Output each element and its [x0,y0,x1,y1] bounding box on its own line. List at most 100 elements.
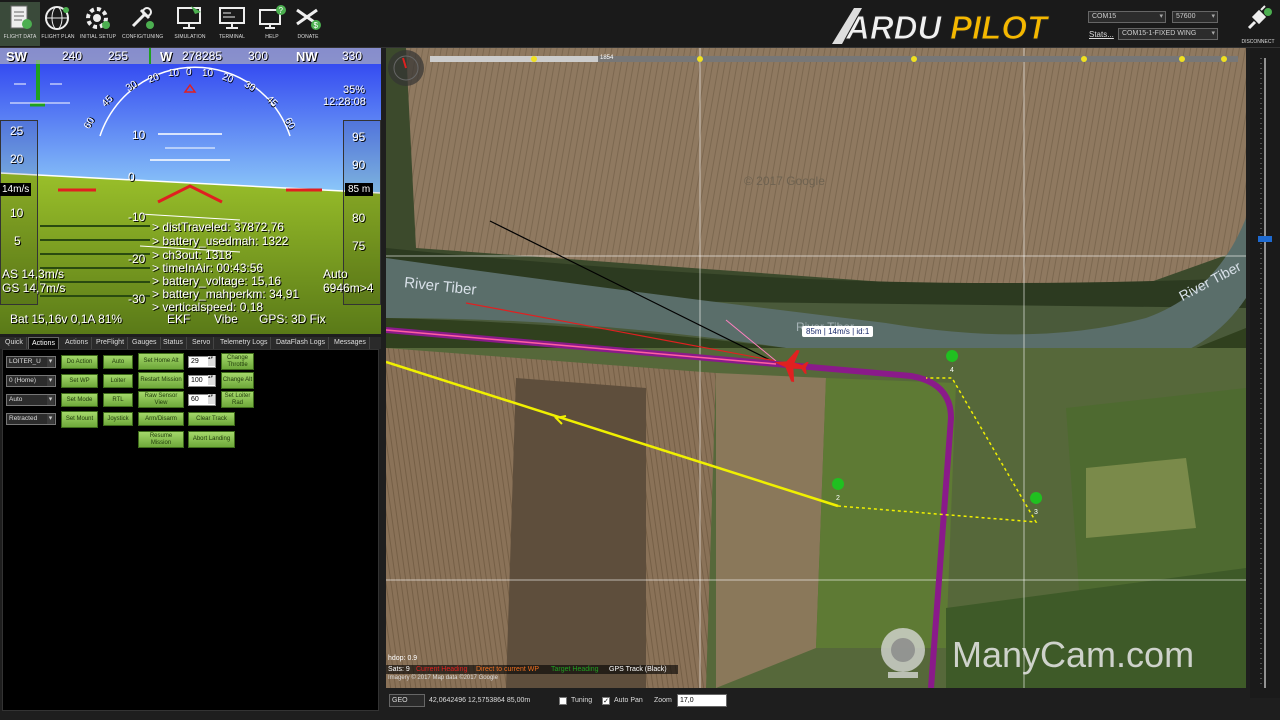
raw-sensor-view-button[interactable]: Raw Sensor View [138,391,184,408]
auto-button[interactable]: Auto [103,355,133,369]
abort-landing-button[interactable]: Abort Landing [188,431,235,448]
alt-tick: 95 [352,130,366,144]
logo-text-part2: PILOT [950,9,1050,46]
action-select[interactable]: LOITER_U [6,356,56,368]
vibe-status[interactable]: Vibe [214,312,238,326]
set-mode-button[interactable]: Set Mode [61,393,98,407]
hud-panel: SW 240 255 W 278285 300 NW 330 35% 12:28… [0,48,381,334]
restart-mission-button[interactable]: Restart Mission [138,372,184,389]
zoom-input[interactable]: 17,0 [677,694,727,707]
zoom-slider[interactable] [1250,48,1280,698]
altitude-readout: 85 m [345,183,374,196]
flight-map[interactable]: © 2017 Google River Tiber River Tiber Ri… [386,48,1246,688]
rtl-button[interactable]: RTL [103,393,133,407]
tab-preflight[interactable]: PreFlight [93,337,129,349]
simulation-label: SIMULATION [174,34,206,40]
waypoint-label: 4 [950,367,954,374]
set-loiter-rad-button[interactable]: Set Loiter Rad [221,391,254,408]
set-mount-button[interactable]: Set Mount [61,411,98,428]
initial-setup-button[interactable]: INITIAL SETUP [78,2,118,46]
vehicle-select[interactable]: COM15-1-FIXED WING [1118,28,1218,40]
compass-widget[interactable] [388,50,424,86]
heading-tick-330: 330 [342,49,363,63]
do-action-button[interactable]: Do Action [61,355,98,369]
ekf-status[interactable]: EKF [167,312,190,326]
set-home-alt-button[interactable]: Set Home Alt [138,353,184,370]
legend-gps-track: GPS Track (Black) [609,666,667,673]
projection-select[interactable]: GEO [389,694,425,707]
donate-button[interactable]: $ DONATE [288,2,328,46]
zoom-label: Zoom [654,697,672,704]
initial-setup-icon [86,7,110,29]
data-tabs: Quick Actions Actions PreFlight Gauges S… [0,337,381,349]
battery-percent: 35% [343,84,366,96]
main-toolbar: FLIGHT DATA FLIGHT PLAN INITIAL SETUP CO… [0,0,1280,48]
help-icon: ? [259,5,286,29]
tab-servo[interactable]: Servo [189,337,215,349]
heading-tick-240: 240 [62,49,83,63]
pitch-label: -30 [128,292,146,306]
com-port-select[interactable]: COM15 [1088,11,1166,23]
map-timeline[interactable] [430,54,1238,64]
tab-quick[interactable]: Quick [2,337,27,349]
initial-setup-label: INITIAL SETUP [79,34,117,40]
speed-readout: 14m/s [0,183,32,196]
heading-tick-sw: SW [6,49,27,64]
groundspeed-readout: GS 14,7m/s [2,281,66,295]
right-panel [1250,48,1280,698]
alt-tick: 90 [352,158,366,172]
tab-actions[interactable]: Actions [28,337,59,349]
tab-messages[interactable]: Messages [331,337,370,349]
set-wp-button[interactable]: Set WP [61,374,98,388]
waypoint-label: 3 [1034,509,1038,516]
map-legend: Sats: 9 Current Heading Direct to curren… [386,665,678,674]
flight-data-button[interactable]: FLIGHT DATA [0,2,40,46]
change-alt-button[interactable]: Change Alt [221,372,254,389]
baud-rate-select[interactable]: 57600 [1172,11,1218,23]
throttle-input[interactable]: 100 [188,375,216,387]
map-canvas [386,48,1246,688]
flight-plan-icon [45,6,69,30]
mode-select[interactable]: Auto [6,394,56,406]
cursor-coordinates: 42,0642496 12,5753864 85,00m [429,697,531,704]
auto-pan-checkbox[interactable]: ✓ [602,697,610,705]
donate-icon: $ [296,8,321,30]
tab-dataflash-logs[interactable]: DataFlash Logs [273,337,330,349]
waypoint-label: 2 [836,495,840,502]
tuning-checkbox[interactable] [559,697,567,705]
waypoint-distance: 6946m>4 [323,281,374,295]
terminal-button[interactable]: TERMINAL [212,2,252,46]
tab-actions-2[interactable]: Actions [62,337,92,349]
gps-status: GPS: 3D Fix [259,312,326,326]
telemetry-battery-voltage: > battery_voltage: 15,16 [152,274,282,288]
pitch-label: 10 [132,128,146,142]
speed-tick: 5 [14,234,21,248]
flight-plan-button[interactable]: FLIGHT PLAN [38,2,78,46]
arm-disarm-button[interactable]: Arm/Disarm [138,412,184,426]
mount-select[interactable]: Retracted [6,413,56,425]
tab-status[interactable]: Status [160,337,187,349]
waypoint-select[interactable]: 0 (Home) [6,375,56,387]
telemetry-time-in-air: > timeInAir: 00:43:56 [152,261,264,275]
clock-time: 12:28:08 [323,96,366,108]
simulation-button[interactable]: SIMULATION [170,2,210,46]
tab-telemetry-logs[interactable]: Telemetry Logs [217,337,272,349]
loiter-rad-input[interactable]: 60 [188,394,216,406]
flight-plan-label: FLIGHT PLAN [41,34,75,40]
stats-link[interactable]: Stats... [1089,30,1114,39]
change-throttle-button[interactable]: Change Throttle [221,353,254,370]
resume-mission-button[interactable]: Resume Mission [138,431,184,448]
loiter-button[interactable]: Loiter [103,374,133,388]
config-tuning-button[interactable]: CONFIG/TUNING [122,2,163,46]
ardupilot-logo: ARDU PILOT [832,8,1051,46]
telemetry-ch3out: > ch3out: 1318 [152,248,232,262]
telemetry-battery-usedmah: > battery_usedmah: 1322 [152,234,289,248]
home-alt-input[interactable]: 29 [188,356,216,368]
disconnect-button[interactable]: DISCONNECT [1238,4,1278,46]
plug-icon [1247,5,1272,30]
tab-gauges[interactable]: Gauges [129,337,161,349]
help-button[interactable]: ? HELP [252,2,292,46]
battery-status: Bat 15,16v 0,1A 81% [10,312,123,326]
joystick-button[interactable]: Joystick [103,412,133,426]
clear-track-button[interactable]: Clear Track [188,412,235,426]
